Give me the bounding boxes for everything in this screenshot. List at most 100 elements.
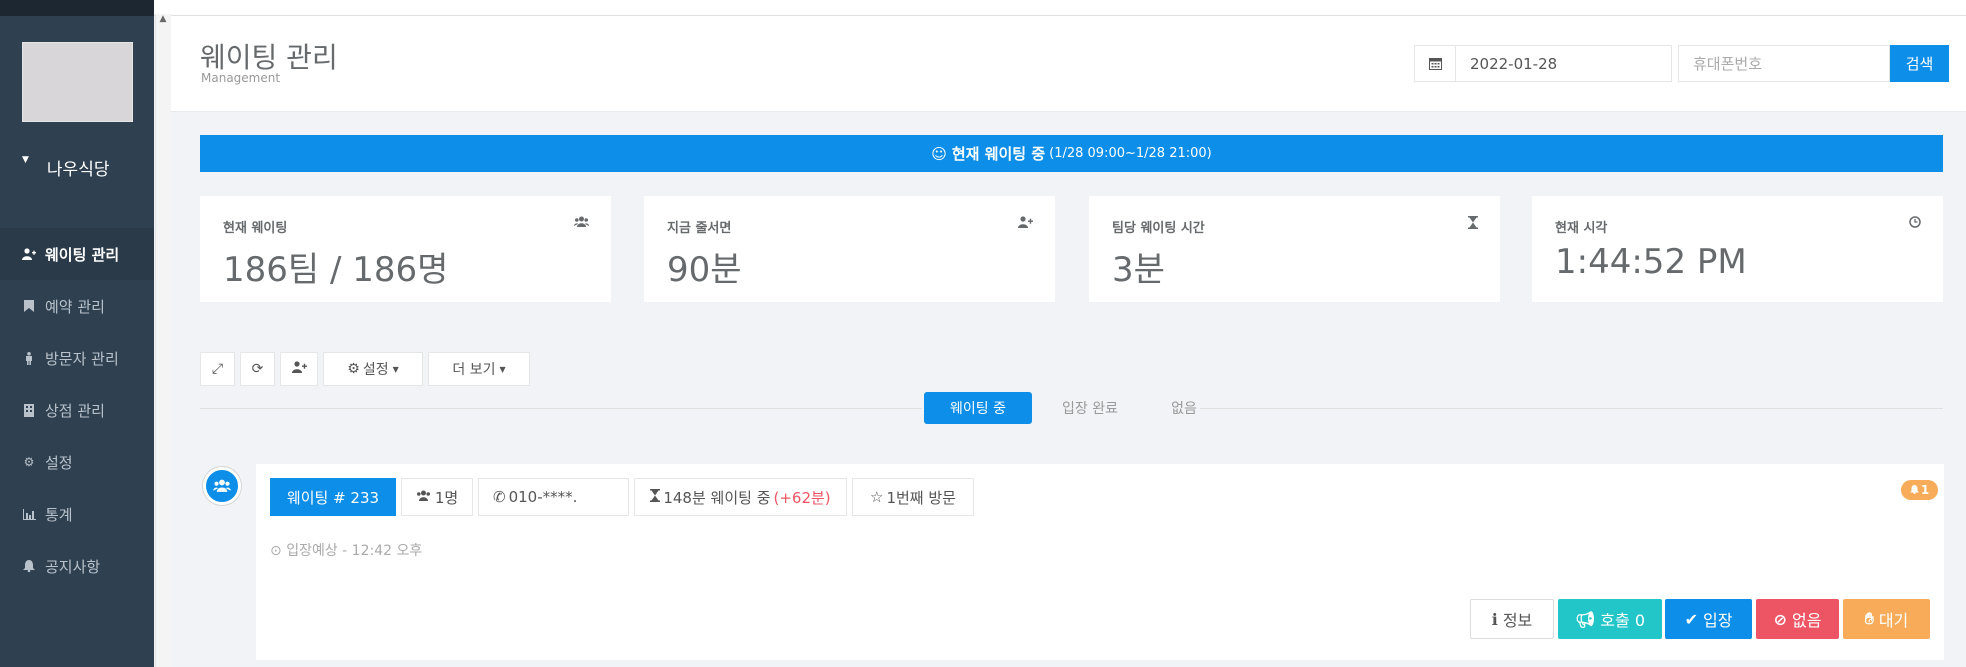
waiting-time-chip: 148분 웨이팅 중 (+62분): [634, 478, 847, 516]
sidebar-item-waiting[interactable]: 웨이팅 관리: [0, 228, 154, 280]
sidebar-item-label: 통계: [45, 505, 73, 524]
user-plus-icon: [1018, 216, 1033, 232]
users-icon: [416, 488, 431, 506]
refresh-button[interactable]: ⟳: [240, 352, 275, 386]
page-header: 웨이팅 관리 Management 2022-01-28 휴대폰번호 검색: [171, 16, 1966, 112]
scroll-up-arrow-icon[interactable]: ▲: [155, 14, 171, 28]
stat-value: 90분: [667, 250, 742, 290]
party-size-chip: 1명: [401, 478, 473, 516]
page-subtitle: Management: [201, 71, 281, 85]
sidebar-item-label: 공지사항: [45, 557, 101, 576]
bookmark-icon: [22, 300, 36, 312]
divider-right: [1200, 408, 1943, 409]
caret-down-icon: ▼: [499, 364, 506, 374]
phone-search-input[interactable]: 휴대폰번호: [1678, 45, 1890, 82]
expected-entry: ⊙ 입장예상 - 12:42 오후: [270, 540, 422, 560]
hold-label: 대기: [1878, 611, 1909, 630]
caret-down-icon: ▼: [22, 155, 29, 165]
sidebar-nav: 웨이팅 관리 예약 관리 방문자 관리 상점 관리 ⚙ 설정 통계 공지사항: [0, 228, 154, 592]
visit-count-chip: ☆ 1번째 방문: [852, 478, 974, 516]
stat-card-current-waiting: 현재 웨이팅 186팀 / 186명: [200, 196, 611, 302]
sidebar-item-settings[interactable]: ⚙ 설정: [0, 436, 154, 488]
call-label: 호출 0: [1600, 611, 1646, 630]
expected-entry-text: 입장예상 - 12:42 오후: [286, 543, 423, 559]
enter-button[interactable]: ✔ 입장: [1665, 599, 1752, 639]
star-icon: ☆: [870, 488, 884, 506]
more-label: 더 보기: [452, 362, 496, 378]
sidebar-item-visitors[interactable]: 방문자 관리: [0, 332, 154, 384]
clock-icon: [1909, 216, 1921, 232]
building-icon: [22, 403, 36, 417]
info-icon: ℹ: [1491, 609, 1498, 629]
user-plus-icon: [291, 361, 307, 377]
store-logo: [22, 42, 133, 122]
phone-chip: ✆ 010-****.: [478, 478, 629, 516]
settings-label: 설정: [362, 362, 389, 378]
clock-icon: ⊙: [270, 543, 282, 559]
sidebar-item-store[interactable]: 상점 관리: [0, 384, 154, 436]
sidebar-item-notice[interactable]: 공지사항: [0, 540, 154, 592]
expand-button[interactable]: ⤢: [200, 352, 235, 386]
date-input[interactable]: 2022-01-28: [1456, 45, 1672, 82]
stat-card-current-time: 현재 시각 1:44:52 PM: [1532, 196, 1943, 302]
sidebar-top-strip: [0, 0, 154, 16]
stat-label: 현재 웨이팅: [223, 221, 288, 236]
tab-none[interactable]: 없음: [1144, 392, 1224, 424]
sidebar-item-stats[interactable]: 통계: [0, 488, 154, 540]
bell-icon: [22, 560, 36, 572]
no-show-button[interactable]: ⊘ 없음: [1756, 599, 1839, 639]
phone-icon: ✆: [493, 488, 506, 506]
sidebar: ▼ 나우식당 웨이팅 관리 예약 관리 방문자 관리 상점 관리 ⚙ 설정 통계…: [0, 0, 154, 667]
search-button[interactable]: 검색: [1890, 45, 1949, 82]
more-dropdown[interactable]: 더 보기 ▼: [428, 352, 530, 386]
notification-badge: 1: [1901, 480, 1938, 500]
caret-down-icon: ▼: [392, 364, 399, 374]
expand-icon: ⤢: [211, 361, 224, 377]
tab-waiting[interactable]: 웨이팅 중: [924, 392, 1032, 424]
settings-dropdown[interactable]: ⚙ 설정 ▼: [323, 352, 423, 386]
hold-button[interactable]: ✋︎ 대기: [1843, 599, 1930, 639]
stat-value: 186팀 / 186명: [223, 250, 449, 290]
stat-label: 팀당 웨이팅 시간: [1112, 221, 1205, 236]
waiting-time: 148분 웨이팅 중: [663, 488, 771, 507]
waiting-entry: 웨이팅 # 233 1명 ✆ 010-****. 148분 웨이팅 중 (+62…: [256, 464, 1944, 660]
users-icon: [574, 216, 589, 232]
stat-value: 3분: [1112, 250, 1165, 290]
call-button[interactable]: 📢︎ 호출 0: [1558, 599, 1662, 639]
sidebar-item-reservation[interactable]: 예약 관리: [0, 280, 154, 332]
stat-label: 현재 시각: [1555, 221, 1608, 236]
badge-count: 1: [1920, 483, 1930, 497]
party-size: 1명: [434, 488, 459, 507]
store-name: 나우식당: [46, 159, 110, 180]
check-icon: ✔: [1684, 609, 1698, 629]
tab-entered[interactable]: 입장 완료: [1040, 392, 1140, 424]
gear-icon: ⚙: [23, 455, 35, 469]
search-form: 2022-01-28 휴대폰번호 검색: [1414, 45, 1949, 82]
refresh-icon: ⟳: [251, 361, 264, 377]
store-selector[interactable]: ▼ 나우식당: [22, 154, 109, 180]
waiting-status-banner: ☺ 현재 웨이팅 중 (1/28 09:00~1/28 21:00): [200, 135, 1943, 172]
bar-chart-icon: [22, 508, 36, 520]
calendar-icon[interactable]: [1414, 45, 1456, 82]
scrollbar[interactable]: [155, 14, 171, 667]
hand-icon: ✋︎: [1864, 609, 1874, 628]
male-icon: [22, 351, 36, 365]
top-frame: [0, 0, 1966, 16]
users-icon: [203, 467, 241, 505]
hourglass-icon: [1468, 216, 1478, 233]
smile-icon: ☺: [931, 144, 947, 163]
sidebar-item-label: 예약 관리: [45, 297, 105, 316]
enter-label: 입장: [1702, 611, 1733, 630]
sidebar-item-label: 상점 관리: [45, 401, 105, 420]
banner-range: (1/28 09:00~1/28 21:00): [1049, 146, 1212, 161]
info-label: 정보: [1502, 611, 1533, 630]
bell-icon: [1909, 483, 1919, 497]
no-show-label: 없음: [1791, 611, 1822, 630]
overtime: (+62분): [773, 488, 831, 507]
info-button[interactable]: ℹ 정보: [1470, 599, 1554, 639]
stat-card-wait-if-now: 지금 줄서면 90분: [644, 196, 1055, 302]
stat-value: 1:44:52 PM: [1555, 242, 1747, 282]
banner-text: 현재 웨이팅 중: [951, 145, 1046, 163]
waiting-number-chip: 웨이팅 # 233: [270, 478, 396, 516]
add-waiting-button[interactable]: [280, 352, 318, 386]
